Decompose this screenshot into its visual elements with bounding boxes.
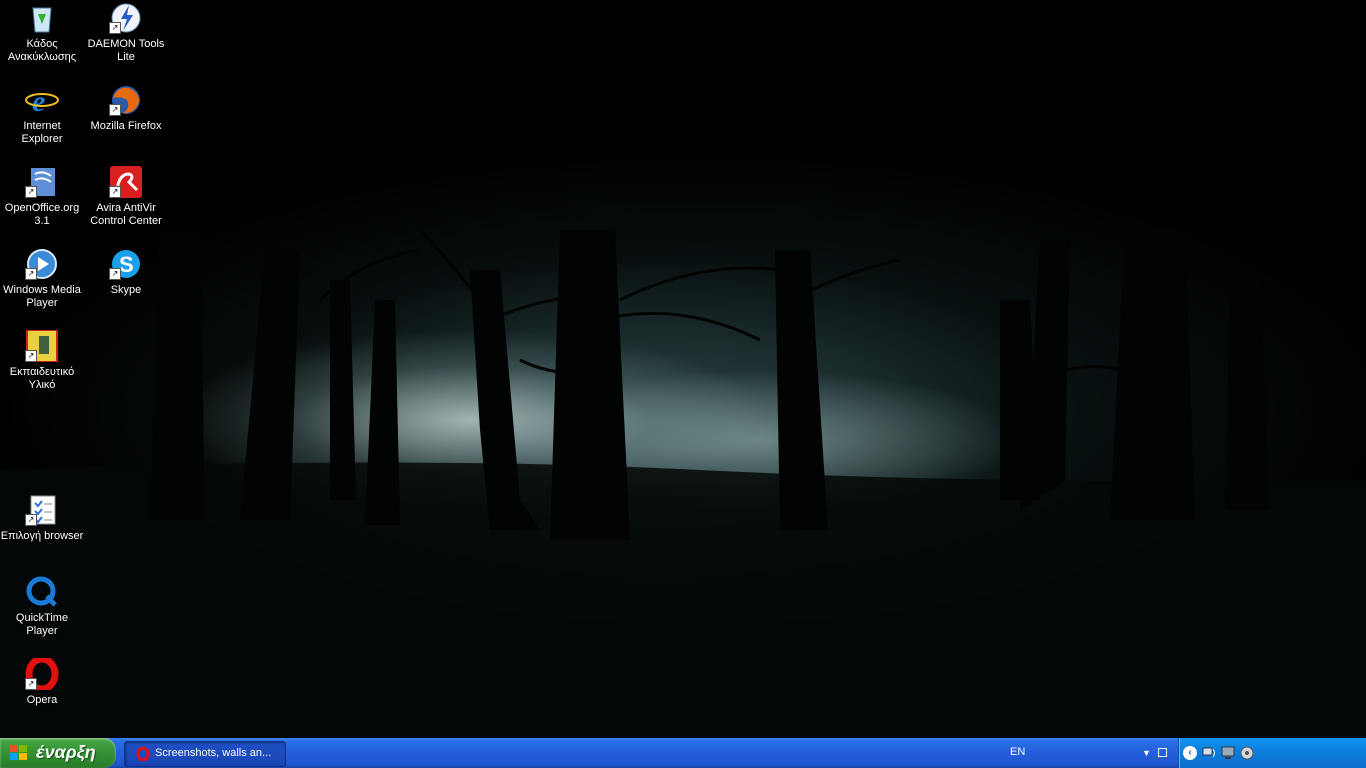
taskbar: έναρξη Screenshots, walls an... EN ▼ ‹ [0, 738, 1366, 768]
icon-label: Avira AntiVir [96, 202, 156, 214]
desktop-icon-opera[interactable]: ↗ Opera [0, 655, 84, 707]
desktop-icon-quicktime[interactable]: QuickTime Player [0, 576, 84, 638]
start-label: έναρξη [36, 742, 96, 762]
openoffice-icon: ↗ [25, 166, 59, 198]
language-indicator[interactable]: EN [1010, 746, 1025, 758]
avira-icon: ↗ [109, 166, 143, 198]
icon-label: Υλικό [28, 379, 56, 391]
icon-label: Opera [26, 694, 58, 706]
shortcut-arrow-icon: ↗ [25, 514, 37, 526]
desktop-icon-firefox[interactable]: ↗ Mozilla Firefox [84, 84, 168, 133]
icon-label: Κάδος [26, 38, 58, 50]
opera-icon [136, 746, 150, 762]
icon-label: Lite [117, 51, 135, 63]
desktop-icon-avira[interactable]: ↗ Avira AntiVir Control Center [84, 166, 168, 228]
icon-label: Επιλογή browser [0, 530, 84, 542]
icon-label: DAEMON Tools [87, 38, 165, 50]
icon-label: Control Center [90, 215, 162, 227]
desktop-icon-daemon-tools[interactable]: ↗ DAEMON Tools Lite [84, 2, 168, 64]
windows-media-player-icon: ↗ [25, 248, 59, 280]
browser-choice-icon: ↗ [25, 494, 59, 526]
desktop-icon-skype[interactable]: S ↗ Skype [84, 248, 168, 297]
icon-label: Windows Media [3, 284, 81, 296]
icon-label: 3.1 [34, 215, 50, 227]
taskbar-button-opera[interactable]: Screenshots, walls an... [124, 741, 286, 767]
language-bar-restore-icon[interactable] [1158, 748, 1167, 757]
network-connection-icon[interactable] [1221, 745, 1237, 761]
shortcut-arrow-icon: ↗ [25, 186, 37, 198]
taskbar-button-label: Screenshots, walls an... [155, 747, 272, 759]
firefox-icon: ↗ [109, 84, 143, 116]
svg-text:S: S [119, 252, 134, 277]
desktop-icon-recycle-bin[interactable]: Κάδος Ανακύκλωσης [0, 2, 84, 64]
start-button[interactable]: έναρξη [0, 738, 116, 768]
shortcut-arrow-icon: ↗ [109, 186, 121, 198]
educational-material-icon: ↗ [25, 329, 59, 363]
skype-icon: S ↗ [109, 248, 143, 280]
desktop-icon-openoffice[interactable]: ↗ OpenOffice.org 3.1 [0, 166, 84, 228]
system-tray: ‹ [1178, 738, 1366, 768]
internet-explorer-icon: e [25, 84, 59, 118]
shortcut-arrow-icon: ↗ [25, 268, 37, 280]
desktop-icon-internet-explorer[interactable]: e Internet Explorer [0, 84, 84, 146]
opera-icon: ↗ [25, 655, 59, 693]
icon-label: Mozilla Firefox [90, 120, 162, 132]
icon-label: OpenOffice.org [4, 202, 80, 214]
quicktime-icon [25, 576, 59, 608]
tray-expand-chevron-icon[interactable]: ‹ [1183, 746, 1197, 760]
shortcut-arrow-icon: ↗ [109, 104, 121, 116]
daemon-tools-icon: ↗ [109, 2, 143, 34]
desktop-wallpaper [0, 0, 1366, 738]
icon-label: Player [26, 297, 58, 309]
speaker-icon[interactable] [1239, 745, 1255, 761]
shortcut-arrow-icon: ↗ [109, 22, 121, 34]
shortcut-arrow-icon: ↗ [109, 268, 121, 280]
recycle-bin-icon [25, 2, 59, 34]
icon-label: Skype [110, 284, 142, 296]
windows-logo-icon [10, 745, 28, 761]
forest-silhouette [0, 228, 1366, 738]
icon-label: QuickTime Player [15, 612, 69, 637]
icon-label: Explorer [21, 133, 63, 145]
shortcut-arrow-icon: ↗ [25, 678, 37, 690]
icon-label: Internet [23, 120, 61, 132]
desktop-icon-browser-choice[interactable]: ↗ Επιλογή browser [0, 494, 84, 543]
desktop-icon-windows-media-player[interactable]: ↗ Windows Media Player [0, 248, 84, 310]
language-menu-arrow-icon[interactable]: ▼ [1142, 748, 1151, 758]
icon-label: Ανακύκλωσης [7, 51, 77, 63]
desktop-icon-educational-material[interactable]: ↗ Εκπαιδευτικό Υλικό [0, 329, 84, 392]
svg-text:e: e [32, 85, 45, 116]
network-icon[interactable] [1201, 745, 1217, 761]
shortcut-arrow-icon: ↗ [25, 350, 37, 362]
icon-label: Εκπαιδευτικό [9, 366, 75, 378]
